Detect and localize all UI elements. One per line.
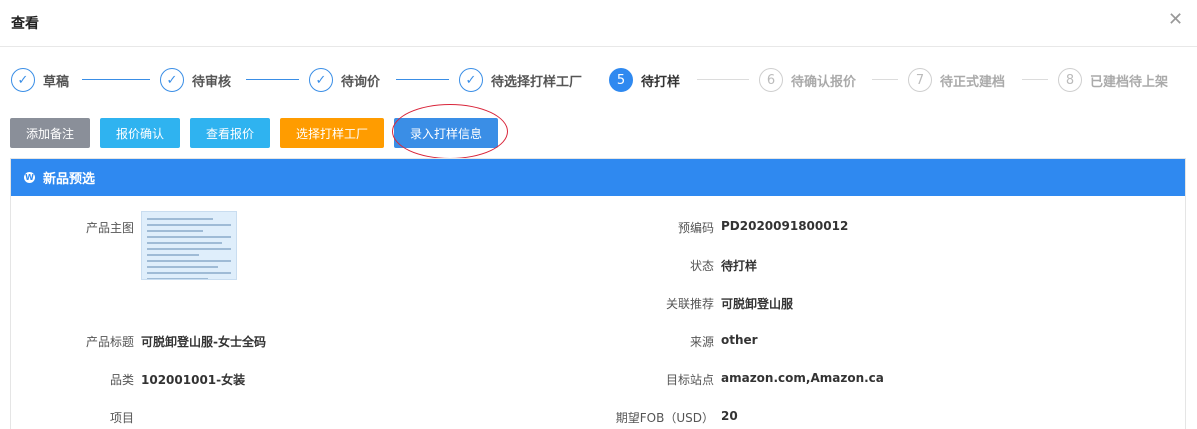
step-number: 7 <box>908 68 932 92</box>
panel-title: 新品预选 <box>43 172 96 187</box>
wordpress-icon: W <box>24 172 35 183</box>
precode-value: PD2020091800012 <box>721 219 849 233</box>
related-label: 关联推荐 <box>665 297 714 311</box>
panel-header: W 新品预选 <box>11 159 1185 196</box>
step-filed-pending-listing: 8 已建档待上架 <box>1058 64 1168 96</box>
step-label: 待选择打样工厂 <box>491 74 583 90</box>
view-quote-button[interactable]: 查看报价 <box>190 118 270 148</box>
step-label: 待打样 <box>641 74 681 90</box>
product-main-image[interactable] <box>141 211 237 280</box>
source-value: other <box>721 333 758 347</box>
step-label: 待确认报价 <box>791 74 857 90</box>
fob-value: 20 <box>721 409 738 423</box>
step-number: 8 <box>1058 68 1082 92</box>
check-icon: ✓ <box>309 68 333 92</box>
step-label: 已建档待上架 <box>1090 74 1169 90</box>
step-connector <box>697 79 749 80</box>
step-connector <box>396 79 449 80</box>
step-select-factory: ✓ 待选择打样工厂 <box>459 64 582 96</box>
step-draft: ✓ 草稿 <box>11 64 69 96</box>
step-pending-sampling: 5 待打样 <box>609 64 680 96</box>
dialog-header: 查看 ✕ <box>0 0 1197 47</box>
target-site-value: amazon.com,Amazon.ca <box>721 371 884 385</box>
step-label: 待审核 <box>192 74 232 90</box>
step-connector <box>246 79 299 80</box>
progress-steps: ✓ 草稿 ✓ 待审核 ✓ 待询价 ✓ 待选择打样工厂 5 待打样 6 待确认报价… <box>0 64 1197 96</box>
dialog-title: 查看 <box>11 16 39 32</box>
step-confirm-quote: 6 待确认报价 <box>759 64 856 96</box>
confirm-quote-button[interactable]: 报价确认 <box>100 118 180 148</box>
product-title-label: 产品标题 <box>85 335 134 349</box>
step-pending-review: ✓ 待审核 <box>160 64 231 96</box>
enter-sample-info-button[interactable]: 录入打样信息 <box>394 118 498 148</box>
check-icon: ✓ <box>160 68 184 92</box>
source-label: 来源 <box>689 335 714 349</box>
step-label: 待正式建档 <box>940 74 1006 90</box>
main-image-label: 产品主图 <box>85 221 134 235</box>
related-value: 可脱卸登山服 <box>721 297 794 311</box>
target-site-label: 目标站点 <box>665 373 714 387</box>
status-label: 状态 <box>689 259 714 273</box>
add-note-button[interactable]: 添加备注 <box>10 118 90 148</box>
category-value: 102001001-女装 <box>141 373 246 387</box>
step-connector <box>1022 79 1048 80</box>
category-label: 品类 <box>109 373 134 387</box>
project-label: 项目 <box>109 411 134 425</box>
product-title-value: 可脱卸登山服-女士全码 <box>141 335 266 349</box>
step-formal-filing: 7 待正式建档 <box>908 64 1005 96</box>
step-connector <box>872 79 898 80</box>
check-icon: ✓ <box>11 68 35 92</box>
step-pending-inquiry: ✓ 待询价 <box>309 64 380 96</box>
close-icon[interactable]: ✕ <box>1168 10 1183 30</box>
select-factory-button[interactable]: 选择打样工厂 <box>280 118 384 148</box>
step-connector <box>82 79 150 80</box>
status-value: 待打样 <box>721 259 758 273</box>
step-label: 待询价 <box>341 74 381 90</box>
step-label: 草稿 <box>43 74 70 90</box>
step-number: 5 <box>609 68 633 92</box>
fob-label: 期望FOB（USD） <box>615 411 714 425</box>
step-number: 6 <box>759 68 783 92</box>
check-icon: ✓ <box>459 68 483 92</box>
preview-panel: W 新品预选 <box>10 158 1186 429</box>
precode-label: 预编码 <box>677 221 714 235</box>
